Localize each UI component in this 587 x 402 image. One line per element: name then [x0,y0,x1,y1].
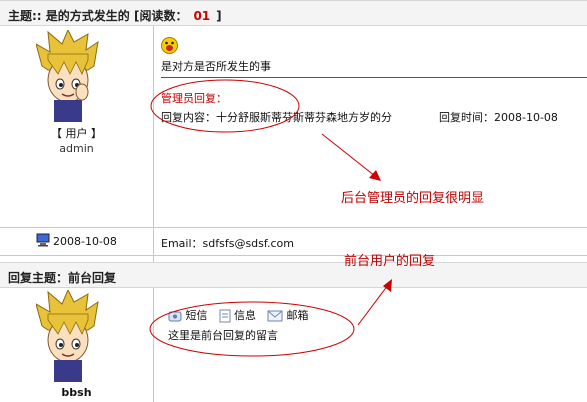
computer-icon [36,233,50,250]
row-divider [0,255,587,256]
row-divider [0,227,587,228]
post-date: 2008-10-08 [53,235,117,248]
mailbox-button[interactable]: 邮箱 [267,309,309,322]
post-header: 主题:: 是的方式发生的 [阅读数： 01] [0,0,587,26]
sms-icon [168,311,182,321]
info-button[interactable]: 信息 [219,309,260,323]
user-role: 【 用户 】 [51,127,102,140]
document-icon [219,309,230,323]
reply-time: 回复时间：2008-10-08 [439,111,558,124]
reply-title: 回复主题：前台回复 [8,271,117,285]
post-title: 主题:: 是的方式发生的 [阅读数： 01] [8,9,222,23]
post-body: 是对方是否所发生的事 [161,60,271,73]
emoticon-icon [161,37,178,57]
reply-content: 回复内容：十分舒服斯蒂芬斯蒂芬森地方岁的分 [161,111,392,124]
avatar[interactable] [36,290,100,382]
admin-annotation: 后台管理员的回复很明显 [341,191,485,206]
read-count: 01 [193,9,211,23]
reply-separator [161,77,587,78]
action-bar: 短信 信息 邮箱 [168,307,309,323]
username[interactable]: admin [0,142,153,155]
reply-body: 这里是前台回复的留言 [168,329,278,342]
username[interactable]: bbsh [0,386,153,399]
column-divider [153,26,154,402]
reply-header: 回复主题：前台回复 [0,262,587,288]
avatar[interactable] [36,30,100,122]
email[interactable]: Email：sdfsfs@sdsf.com [161,235,294,251]
front-annotation: 前台用户的回复 [344,254,436,269]
admin-reply-label: 管理员回复： [161,92,227,105]
mail-icon [267,310,283,322]
sms-button[interactable]: 短信 [168,309,211,322]
